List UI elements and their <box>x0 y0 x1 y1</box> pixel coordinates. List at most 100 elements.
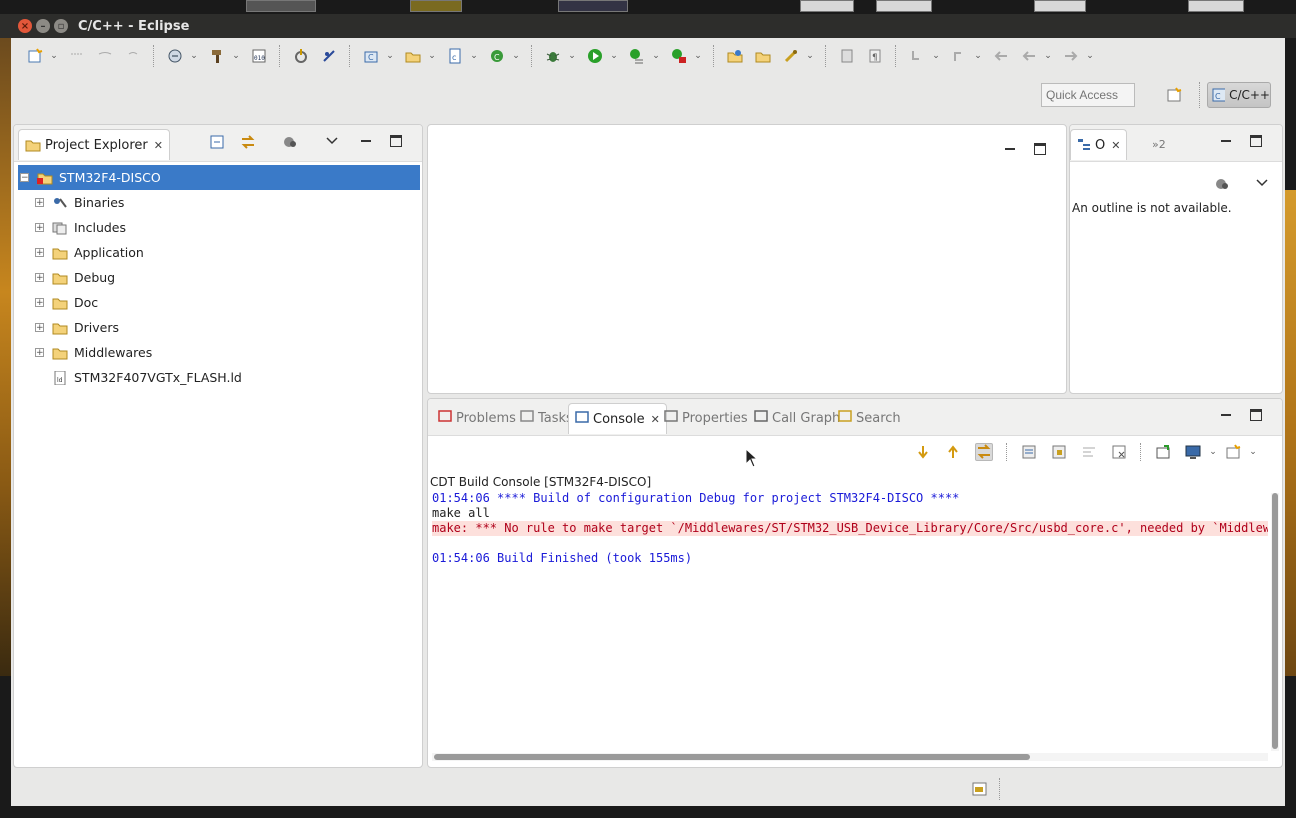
scrollbar-thumb[interactable] <box>1272 493 1278 749</box>
show-whitespace-icon[interactable]: ¶ <box>866 47 884 65</box>
new-console-icon[interactable] <box>1225 444 1241 460</box>
refresh-icon[interactable] <box>292 47 310 65</box>
copy-build-log-icon[interactable] <box>1021 444 1037 460</box>
maximize-editor-icon[interactable] <box>1034 143 1046 155</box>
horizontal-scrollbar[interactable] <box>432 753 1268 761</box>
view-menu-icon[interactable] <box>1256 177 1268 192</box>
debug-icon[interactable] <box>544 47 562 65</box>
save-all-icon[interactable] <box>124 47 142 65</box>
focus-on-task-icon[interactable] <box>282 135 298 149</box>
run-dropdown[interactable]: ⌄ <box>609 51 619 61</box>
close-tab-icon[interactable]: ✕ <box>154 139 163 152</box>
tab-project-explorer[interactable]: Project Explorer ✕ <box>18 129 170 160</box>
tab-outline[interactable]: O ✕ <box>1070 129 1128 160</box>
expand-icon[interactable]: + <box>35 323 44 333</box>
save-as-icon[interactable] <box>96 47 114 65</box>
build-config-icon[interactable] <box>166 47 184 65</box>
link-with-editor-icon[interactable] <box>240 135 256 149</box>
scrollbar-thumb[interactable] <box>434 754 1030 760</box>
build-dropdown[interactable]: ⌄ <box>231 51 241 61</box>
tree-item-binaries[interactable]: + Binaries <box>18 190 420 215</box>
minimize-view-icon[interactable] <box>1220 409 1232 421</box>
toggle-mark-occurrences-icon[interactable] <box>838 47 856 65</box>
expand-icon[interactable]: + <box>35 273 44 283</box>
expand-icon[interactable]: + <box>35 248 44 258</box>
build-config-dropdown[interactable]: ⌄ <box>189 51 199 61</box>
back-icon[interactable] <box>1020 47 1038 65</box>
run-config-icon[interactable] <box>628 47 646 65</box>
scroll-lock-icon[interactable] <box>975 443 993 461</box>
collapse-icon[interactable]: − <box>20 173 29 183</box>
minimize-view-icon[interactable] <box>1220 135 1232 147</box>
open-perspective-icon[interactable] <box>1166 86 1184 104</box>
new-class-dropdown[interactable]: ⌄ <box>511 51 521 61</box>
new-folder-dropdown[interactable]: ⌄ <box>427 51 437 61</box>
new-c-project-icon[interactable]: C <box>362 47 380 65</box>
tab-search[interactable]: Search <box>832 403 907 433</box>
maximize-view-icon[interactable] <box>390 135 402 147</box>
tree-item-middlewares[interactable]: + Middlewares <box>18 340 420 365</box>
quick-access-input[interactable] <box>1041 83 1135 107</box>
open-folder-icon[interactable] <box>754 47 772 65</box>
word-wrap-icon[interactable] <box>1081 444 1097 460</box>
tree-item-includes[interactable]: + Includes <box>18 215 420 240</box>
tab-console[interactable]: Console ✕ <box>568 403 667 434</box>
new-source-file-icon[interactable]: c <box>446 47 464 65</box>
display-console-icon[interactable] <box>1185 444 1201 460</box>
view-menu-icon[interactable] <box>326 135 338 147</box>
tree-item-stm32f407vgtx-flash-ld[interactable]: ld STM32F407VGTx_FLASH.ld <box>18 365 420 390</box>
close-tab-icon[interactable]: ✕ <box>1111 139 1120 152</box>
forward-dropdown[interactable]: ⌄ <box>1085 51 1095 61</box>
external-tools-dropdown[interactable]: ⌄ <box>693 51 703 61</box>
build-hammer-icon[interactable] <box>208 47 226 65</box>
expand-icon[interactable]: + <box>35 198 44 208</box>
new-icon[interactable] <box>26 47 44 65</box>
tree-item-drivers[interactable]: + Drivers <box>18 315 420 340</box>
new-class-icon[interactable]: C <box>488 47 506 65</box>
save-icon[interactable] <box>68 47 86 65</box>
new-folder-icon[interactable] <box>404 47 422 65</box>
previous-error-icon[interactable] <box>945 444 961 460</box>
focus-on-task-icon[interactable] <box>1214 177 1230 194</box>
console-output[interactable]: 01:54:06 **** Build of configuration Deb… <box>432 491 1268 566</box>
last-edit-icon[interactable] <box>992 47 1010 65</box>
maximize-view-icon[interactable] <box>1250 409 1262 421</box>
open-type-icon[interactable] <box>726 47 744 65</box>
expand-icon[interactable]: + <box>35 298 44 308</box>
expand-icon[interactable]: + <box>35 223 44 233</box>
window-maximize-button[interactable]: ▫ <box>54 19 68 33</box>
run-config-dropdown[interactable]: ⌄ <box>651 51 661 61</box>
collapse-all-icon[interactable] <box>210 135 224 149</box>
tab-problems[interactable]: Problems <box>432 403 522 433</box>
overflow-tabs-button[interactable]: »2 <box>1146 129 1172 159</box>
progress-view-icon[interactable] <box>971 780 989 798</box>
project-root[interactable]: − STM32F4-DISCO <box>18 165 420 190</box>
debug-dropdown[interactable]: ⌄ <box>567 51 577 61</box>
window-close-button[interactable]: × <box>18 19 32 33</box>
display-console-dropdown[interactable]: ⌄ <box>1208 447 1218 457</box>
back-dropdown[interactable]: ⌄ <box>1043 51 1053 61</box>
pin-console-icon[interactable] <box>1051 444 1067 460</box>
tree-item-application[interactable]: + Application <box>18 240 420 265</box>
next-error-icon[interactable] <box>915 444 931 460</box>
prev-annotation-dropdown[interactable]: ⌄ <box>973 51 983 61</box>
clear-console-icon[interactable] <box>1111 444 1127 460</box>
minimize-editor-icon[interactable] <box>1004 143 1016 155</box>
binary-icon[interactable]: 010 <box>250 47 268 65</box>
new-c-project-dropdown[interactable]: ⌄ <box>385 51 395 61</box>
skip-breakpoints-icon[interactable] <box>320 47 338 65</box>
open-console-icon[interactable] <box>1155 444 1171 460</box>
tree-item-doc[interactable]: + Doc <box>18 290 420 315</box>
cpp-perspective-button[interactable]: C C/C++ <box>1207 82 1271 108</box>
external-tools-icon[interactable] <box>670 47 688 65</box>
new-dropdown[interactable]: ⌄ <box>49 51 59 61</box>
tree-item-debug[interactable]: + Debug <box>18 265 420 290</box>
minimize-view-icon[interactable] <box>360 135 372 147</box>
search-tool-dropdown[interactable]: ⌄ <box>805 51 815 61</box>
window-minimize-button[interactable]: – <box>36 19 50 33</box>
vertical-scrollbar[interactable] <box>1271 493 1279 751</box>
new-console-dropdown[interactable]: ⌄ <box>1248 447 1258 457</box>
maximize-view-icon[interactable] <box>1250 135 1262 147</box>
run-icon[interactable] <box>586 47 604 65</box>
tab-properties[interactable]: Properties <box>658 403 754 433</box>
